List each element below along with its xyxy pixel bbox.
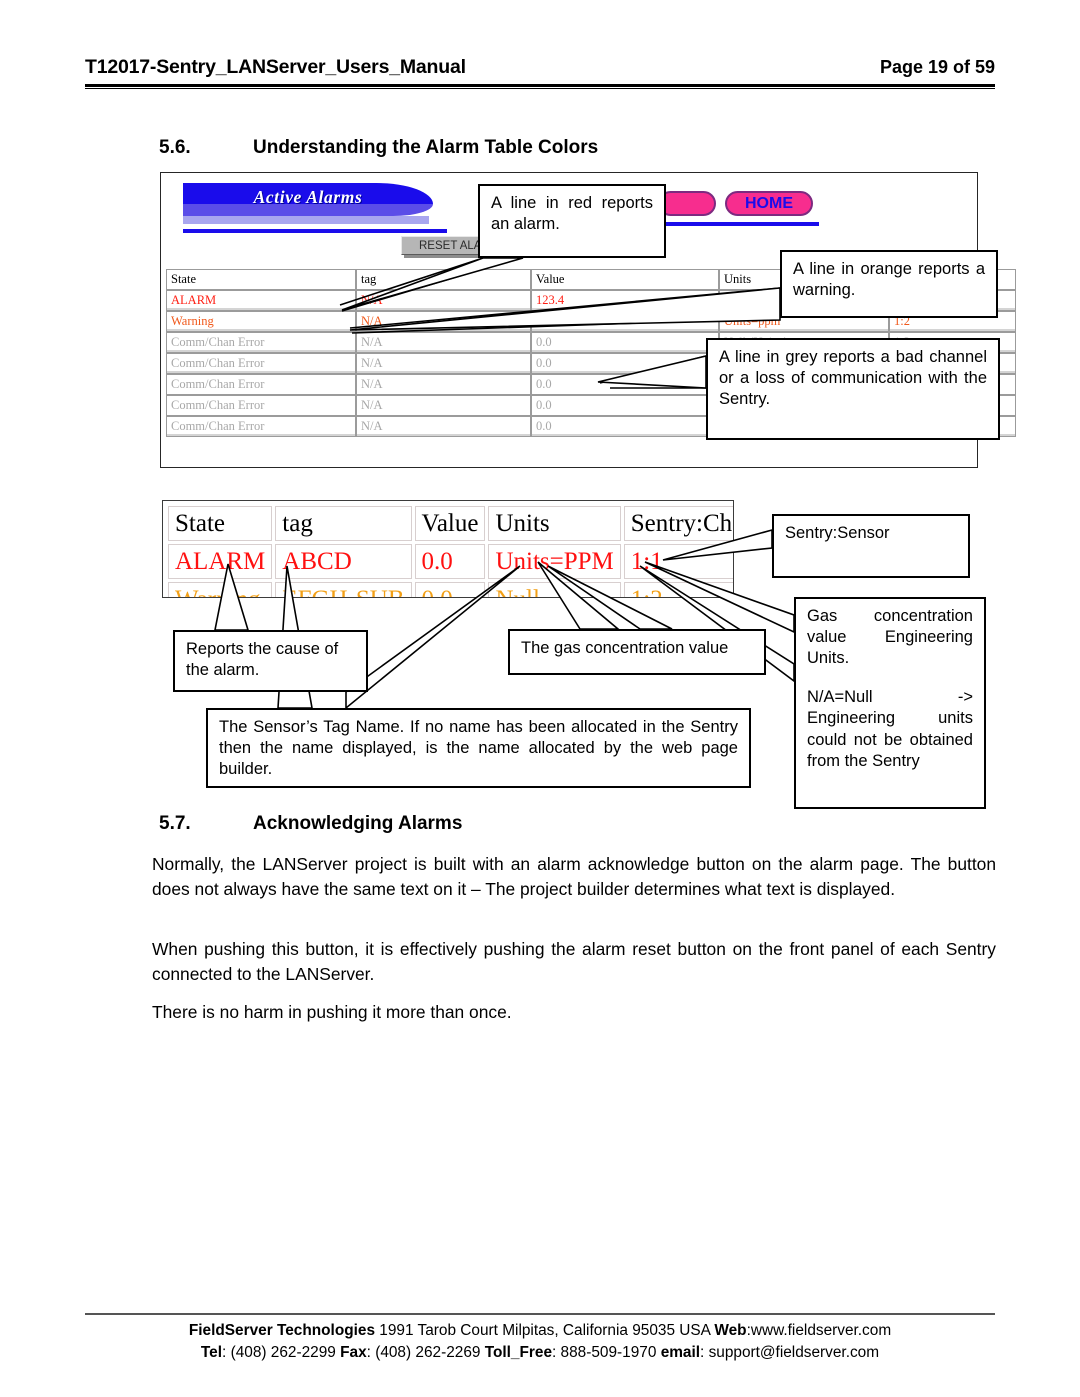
cell-state: Comm/Chan Error: [166, 353, 356, 374]
footer-divider: [85, 1313, 995, 1315]
footer-line-contact: Tel: (408) 262-2299 Fax: (408) 262-2269 …: [85, 1342, 995, 1364]
cell-value: 30.0: [531, 311, 719, 332]
cell-value: 123.4: [531, 290, 719, 311]
cell-value: 0.0: [414, 582, 486, 597]
table-row: Warning EFGH-SUB 0.0 Null 1:2: [168, 582, 733, 597]
cell-value: 0.0: [531, 416, 719, 437]
callout-orange-warning: A line in orange reports a warning.: [780, 250, 998, 318]
cell-value: 0.0: [531, 353, 719, 374]
footer-fax-label: Fax: [340, 1343, 367, 1361]
cell-units: Units=PPM: [488, 544, 621, 579]
page-number: Page 19 of 59: [879, 57, 995, 77]
section-title-5-7: Acknowledging Alarms: [253, 813, 463, 834]
zoomed-table-body: State tag Value Units Sentry:Channel ALA…: [168, 506, 733, 597]
nav-button-home[interactable]: HOME: [725, 191, 813, 216]
callout-sensor-tag-name: The Sensor’s Tag Name. If no name has be…: [206, 708, 751, 788]
table-row: ALARM ABCD 0.0 Units=PPM 1:1: [168, 544, 733, 579]
alarm-col-value: Value: [531, 269, 719, 290]
header-divider: [85, 84, 995, 89]
cell-state: Comm/Chan Error: [166, 374, 356, 395]
section-number-5-7: 5.7.: [159, 813, 191, 834]
banner-band-light: [183, 216, 429, 224]
cell-tag: N/A: [356, 332, 531, 353]
cell-tag: N/A: [356, 353, 531, 374]
callout-red-alarm: A line in red reports an alarm.: [478, 184, 666, 258]
callout-gas-concentration: The gas concentration value: [508, 629, 766, 675]
zoom-col-tag: tag: [275, 506, 412, 541]
cell-state: Warning: [168, 582, 273, 597]
cell-tag: N/A: [356, 395, 531, 416]
active-alarms-banner: Active Alarms: [183, 183, 447, 235]
footer-web-value[interactable]: :www.fieldserver.com: [747, 1322, 892, 1339]
page-header: T12017-Sentry_LANServer_Users_Manual Pag…: [85, 56, 995, 79]
callout-spacer: [807, 669, 973, 687]
footer-company-name: FieldServer Technologies: [188, 1322, 376, 1339]
nav-underline: [659, 222, 819, 226]
cell-tag: N/A: [356, 311, 531, 332]
cell-tag: EFGH-SUB: [275, 582, 412, 597]
callout-gas-units-text: Gas concentration value Engineering Unit…: [807, 607, 973, 668]
alarm-col-state: State: [166, 269, 356, 290]
footer-tel-label: Tel: [200, 1343, 223, 1361]
alarm-col-tag: tag: [356, 269, 531, 290]
alarm-table-zoomed: State tag Value Units Sentry:Channel ALA…: [162, 500, 734, 598]
cell-tag: N/A: [356, 374, 531, 395]
footer-address: 1991 Tarob Court Milpitas, California 95…: [375, 1322, 715, 1339]
callout-grey-comm-error: A line in grey reports a bad channel or …: [706, 338, 1000, 440]
zoom-col-channel: Sentry:Channel: [623, 506, 733, 541]
cell-channel: 1:1: [623, 544, 733, 579]
footer-line-address: FieldServer Technologies 1991 Tarob Cour…: [85, 1320, 995, 1342]
cell-value: 0.0: [531, 332, 719, 353]
nav-button-prev[interactable]: [658, 191, 716, 216]
cell-state: Comm/Chan Error: [166, 332, 356, 353]
cell-state: Comm/Chan Error: [166, 416, 356, 437]
cell-tag: ABCD: [275, 544, 412, 579]
cell-value: 0.0: [414, 544, 486, 579]
cell-state: Comm/Chan Error: [166, 395, 356, 416]
paragraph-no-harm: There is no harm in pushing it more than…: [152, 1002, 512, 1022]
callout-sentry-sensor: Sentry:Sensor: [772, 514, 970, 578]
zoomed-header-row: State tag Value Units Sentry:Channel: [168, 506, 733, 541]
footer-tollfree-value: : 888-509-1970: [552, 1343, 661, 1361]
document-id: T12017-Sentry_LANServer_Users_Manual: [85, 56, 466, 78]
zoom-col-units: Units: [488, 506, 621, 541]
callout-alarm-cause: Reports the cause of the alarm.: [173, 630, 368, 692]
footer-tel-value: : (408) 262-2299: [222, 1343, 341, 1361]
banner-underline: [183, 229, 447, 233]
zoom-col-value: Value: [414, 506, 486, 541]
footer-email-value[interactable]: : support@fieldserver.com: [700, 1344, 879, 1361]
cell-tag: N/A: [356, 290, 531, 311]
section-heading-5-7: 5.7. Acknowledging Alarms: [159, 813, 462, 835]
cell-state: ALARM: [168, 544, 273, 579]
cell-state: Warning: [166, 311, 356, 332]
cell-channel: 1:2: [623, 582, 733, 597]
callout-gas-units: Gas concentration value Engineering Unit…: [794, 597, 986, 809]
cell-tag: N/A: [356, 416, 531, 437]
banner-title: Active Alarms: [253, 187, 363, 207]
page-footer: FieldServer Technologies 1991 Tarob Cour…: [85, 1320, 995, 1364]
section-title-5-6: Understanding the Alarm Table Colors: [253, 137, 599, 158]
zoom-col-state: State: [168, 506, 273, 541]
zoomed-alarm-table: State tag Value Units Sentry:Channel ALA…: [165, 503, 733, 597]
footer-web-label: Web: [714, 1322, 747, 1339]
section-number-5-6: 5.6.: [159, 137, 191, 158]
cell-state: ALARM: [166, 290, 356, 311]
footer-tollfree-label: Toll_Free: [484, 1343, 552, 1361]
section-heading-5-6: 5.6. Understanding the Alarm Table Colors: [159, 137, 598, 159]
cell-value: 0.0: [531, 374, 719, 395]
callout-na-null-text: N/A=Null -> Engineering units could not …: [807, 688, 973, 770]
footer-email-label: email: [660, 1343, 701, 1361]
cell-value: 0.0: [531, 395, 719, 416]
paragraph-push-button: When pushing this button, it is effectiv…: [152, 939, 996, 985]
footer-fax-value: : (408) 262-2269: [366, 1343, 485, 1361]
cell-units: Null: [488, 582, 621, 597]
paragraph-acknowledge-intro: Normally, the LANServer project is built…: [152, 854, 996, 900]
